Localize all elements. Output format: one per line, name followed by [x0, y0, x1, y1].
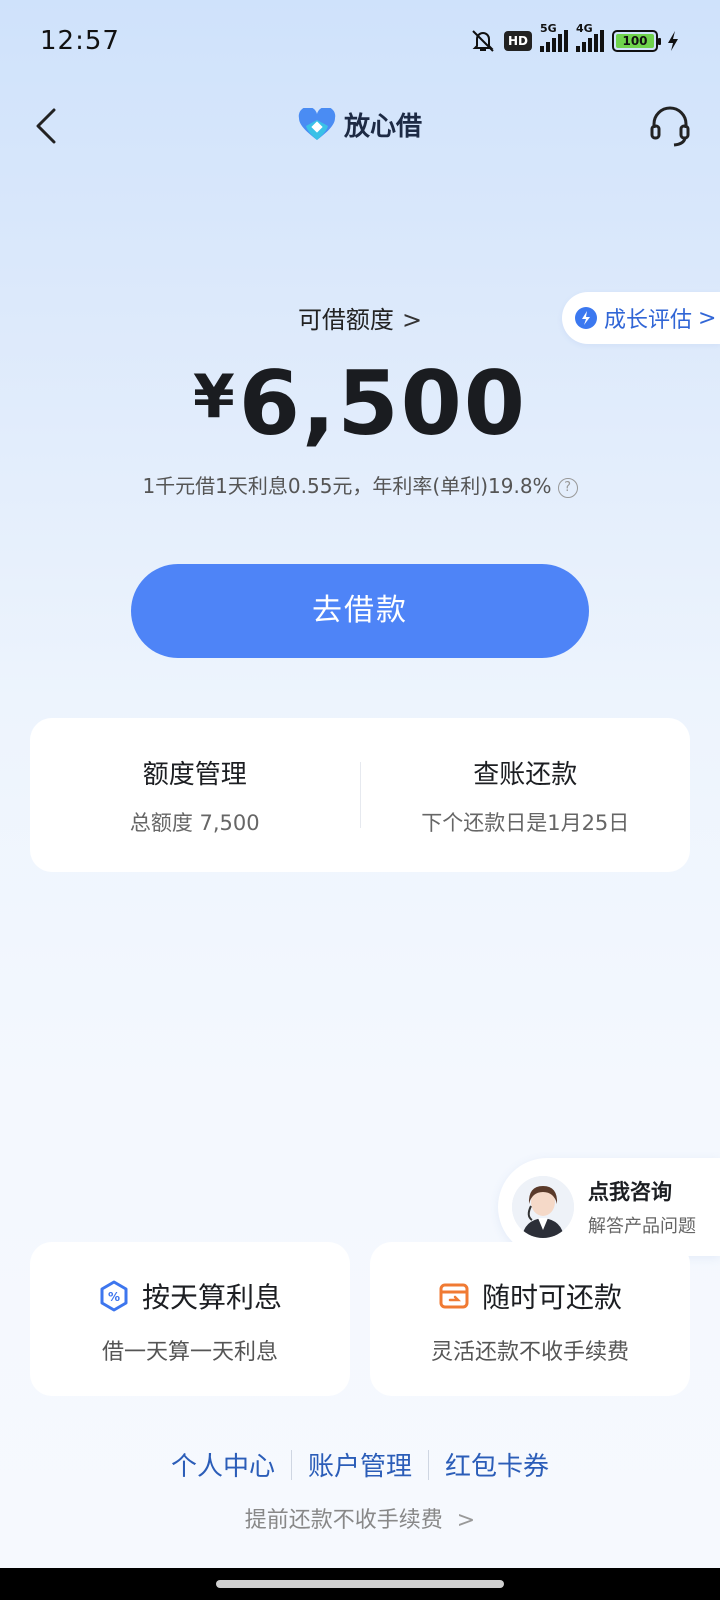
status-time: 12:57 — [40, 26, 120, 56]
total-credit-text: 总额度 7,500 — [129, 810, 260, 835]
heart-logo-icon — [298, 107, 336, 140]
svg-text:%: % — [108, 1290, 120, 1304]
anytime-repay-card: 随时可还款 灵活还款不收手续费 — [370, 1242, 690, 1396]
borrow-button[interactable]: 去借款 — [131, 564, 589, 658]
anytime-repay-title: 随时可还款 — [481, 1281, 622, 1314]
next-repayment-date: 下个还款日是1月25日 — [421, 810, 630, 835]
currency-symbol: ¥ — [192, 362, 235, 432]
chevron-left-icon — [36, 108, 56, 144]
status-icons: HD 5G 4G 100 — [470, 22, 680, 54]
customer-service-button[interactable] — [644, 100, 696, 152]
consult-subtitle: 解答产品问题 — [588, 1216, 696, 1237]
daily-interest-title: 按天算利息 — [141, 1281, 282, 1314]
percent-shield-icon: % — [100, 1280, 128, 1312]
credit-management-item[interactable]: 额度管理 总额度 7,500 — [30, 754, 360, 837]
amount-value: 6,500 — [238, 352, 528, 455]
interest-rate-info: 1千元借1天利息0.55元，年利率(单利)19.8%? — [0, 470, 720, 499]
chevron-right-icon: > — [456, 1508, 476, 1533]
status-bar: 12:57 HD 5G 4G 100 — [0, 0, 720, 84]
consult-title: 点我咨询 — [588, 1180, 672, 1204]
account-management-link[interactable]: 账户管理 — [292, 1446, 428, 1483]
coupons-link[interactable]: 红包卡券 — [429, 1446, 565, 1483]
anytime-repay-subtitle: 灵活还款不收手续费 — [430, 1340, 629, 1365]
hd-badge: HD — [503, 31, 532, 51]
account-summary-card: 额度管理 总额度 7,500 查账还款 下个还款日是1月25日 — [30, 718, 690, 872]
consult-text: 点我咨询 解答产品问题 — [588, 1176, 696, 1238]
prepay-info-link[interactable]: 提前还款不收手续费 > — [0, 1502, 720, 1534]
agent-avatar — [512, 1176, 574, 1238]
mute-bell-icon — [472, 30, 494, 52]
daily-interest-card: % 按天算利息 借一天算一天利息 — [30, 1242, 350, 1396]
signal-4g-icon: 4G — [576, 22, 604, 52]
agent-avatar-image — [512, 1176, 574, 1238]
bill-repayment-title: 查账还款 — [473, 759, 578, 790]
chevron-right-icon: > — [401, 306, 423, 334]
nav-bar: 放心借 — [0, 88, 720, 164]
available-credit-label: 可借额度 — [297, 306, 394, 334]
interest-rate-text: 1千元借1天利息0.55元，年利率(单利)19.8% — [142, 474, 552, 498]
battery-icon: 100 — [612, 30, 661, 52]
brand: 放心借 — [298, 106, 422, 143]
footer-links: 个人中心 账户管理 红包卡券 — [0, 1446, 720, 1483]
headset-icon — [650, 106, 690, 147]
bill-repayment-item[interactable]: 查账还款 下个还款日是1月25日 — [361, 754, 691, 837]
home-indicator[interactable] — [216, 1580, 504, 1588]
wallet-icon — [439, 1283, 469, 1309]
help-icon[interactable]: ? — [557, 477, 578, 498]
signal-5g-icon: 5G — [540, 22, 568, 52]
credit-amount: ¥6,500 — [0, 352, 720, 455]
available-credit-link[interactable]: 可借额度 > — [0, 300, 720, 335]
back-button[interactable] — [24, 102, 72, 150]
prepay-text: 提前还款不收手续费 — [244, 1508, 443, 1533]
brand-name: 放心借 — [343, 112, 423, 142]
charging-icon — [668, 31, 678, 51]
personal-center-link[interactable]: 个人中心 — [155, 1446, 291, 1483]
daily-interest-subtitle: 借一天算一天利息 — [101, 1340, 278, 1365]
credit-management-title: 额度管理 — [142, 759, 247, 790]
